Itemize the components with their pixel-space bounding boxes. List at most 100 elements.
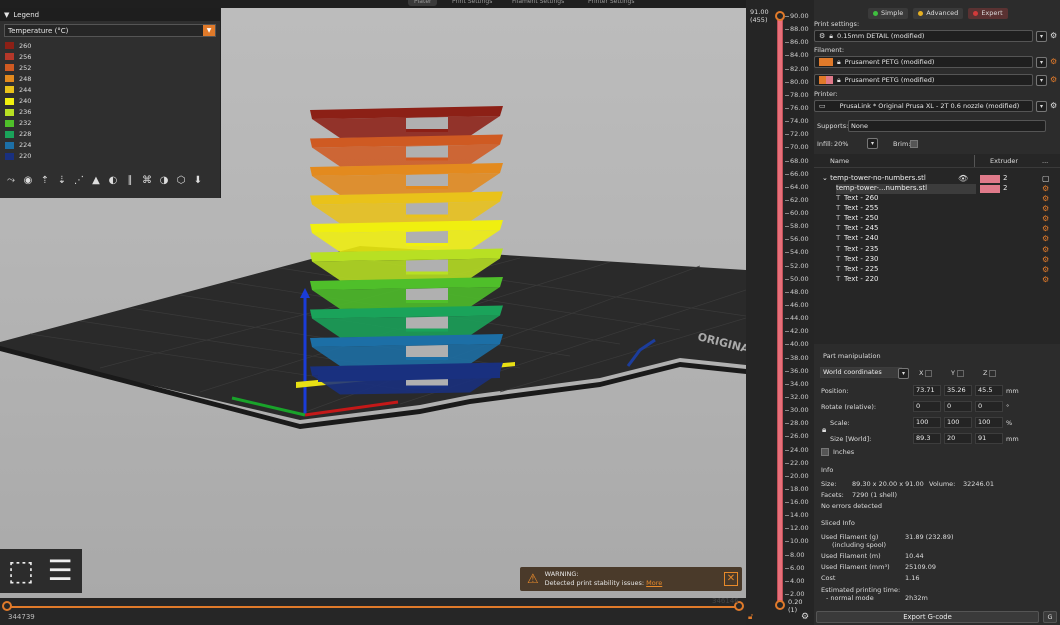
legend-header[interactable]: ▼ Legend	[0, 8, 220, 21]
wipe-icon[interactable]: ◉	[21, 174, 35, 188]
text-part-settings-icon[interactable]: ⚙︎	[1042, 255, 1049, 264]
scale-x-field[interactable]: 100	[913, 417, 941, 428]
tab-printer-settings[interactable]: Printer Settings	[588, 0, 634, 6]
text-part-row[interactable]: T Text - 235	[836, 245, 879, 255]
coordinates-select[interactable]: World coordinates	[820, 367, 902, 378]
shells-view-icon[interactable]: ⬚	[3, 552, 39, 590]
retractions-icon[interactable]: ⇡	[38, 174, 52, 188]
printer-dropdown[interactable]: ▾	[1036, 101, 1047, 112]
text-part-row[interactable]: T Text - 230	[836, 255, 879, 265]
inches-checkbox[interactable]	[821, 448, 829, 456]
gear-icon[interactable]: ⚙︎	[801, 612, 809, 622]
scale-y-field[interactable]: 100	[944, 417, 972, 428]
close-icon[interactable]: ✕	[724, 572, 738, 586]
filament-combo-1[interactable]: 🔒︎ Prusament PETG (modified)	[814, 56, 1033, 68]
part-settings-icon[interactable]: ⚙︎	[1042, 184, 1049, 193]
col-name[interactable]: Name	[830, 157, 849, 165]
mode-advanced-button[interactable]: Advanced	[913, 8, 964, 19]
col-extruder[interactable]: Extruder	[990, 157, 1018, 165]
text-part-row[interactable]: T Text - 250	[836, 214, 879, 224]
coordinates-dropdown[interactable]: ▾	[898, 368, 909, 379]
expand-icon[interactable]: ⌄	[822, 174, 828, 182]
text-part-settings-icon[interactable]: ⚙︎	[1042, 214, 1049, 223]
export-gcode-button[interactable]: Export G-code	[816, 611, 1039, 623]
text-part-settings-icon[interactable]: ⚙︎	[1042, 204, 1049, 213]
infill-dropdown[interactable]: ▾	[867, 138, 878, 149]
object-extruder-color[interactable]	[980, 175, 1000, 183]
export-side-button[interactable]: G	[1043, 611, 1057, 623]
supports-combo[interactable]: None	[848, 120, 1046, 132]
rotate-x-field[interactable]: 0	[913, 401, 941, 412]
text-part-settings-icon[interactable]: ⚙︎	[1042, 245, 1049, 254]
mode-simple-button[interactable]: Simple	[868, 8, 909, 19]
rotate-z-field[interactable]: 0	[975, 401, 1003, 412]
text-part-settings-icon[interactable]: ⚙︎	[1042, 194, 1049, 203]
h-slider-track[interactable]	[5, 606, 741, 608]
part-row[interactable]: temp-tower-...numbers.stl	[836, 184, 976, 194]
scale-z-field[interactable]: 100	[975, 417, 1003, 428]
text-part-settings-icon[interactable]: ⚙︎	[1042, 234, 1049, 243]
text-part-row[interactable]: T Text - 220	[836, 275, 879, 285]
warning-more-link[interactable]: More	[646, 579, 662, 587]
pause-prints-icon[interactable]: ∥	[123, 174, 137, 188]
eye-icon[interactable]: 👁︎	[958, 174, 968, 183]
horizontal-move-slider[interactable]: 344739	[0, 598, 746, 625]
v-slider-track[interactable]	[777, 14, 783, 608]
layers-view-icon[interactable]: ☰	[42, 552, 78, 590]
size-y-field[interactable]: 20	[944, 433, 972, 444]
object-row[interactable]: ⌄ temp-tower-no-numbers.stl	[822, 174, 926, 184]
part-extruder[interactable]: 2	[1003, 184, 1007, 192]
col-more[interactable]: ...	[1042, 157, 1048, 165]
size-z-field[interactable]: 91	[975, 433, 1003, 444]
shells-icon[interactable]: ⬡	[174, 174, 188, 188]
object-extruder[interactable]: 2	[1003, 174, 1007, 182]
v-slider-lower-thumb[interactable]	[775, 600, 785, 610]
lock-icon[interactable]: 🔓︎	[748, 612, 753, 622]
print-settings-gear-icon[interactable]: ⚙︎	[1050, 31, 1057, 40]
center-of-gravity-icon[interactable]: ◑	[157, 174, 171, 188]
text-part-row[interactable]: T Text - 225	[836, 265, 879, 275]
legend-view-type-select[interactable]: Temperature (°C) ▼	[4, 24, 216, 37]
infill-value[interactable]: 20%	[834, 140, 848, 148]
text-part-row[interactable]: T Text - 255	[836, 204, 879, 214]
position-z-field[interactable]: 45.5	[975, 385, 1003, 396]
color-changes-icon[interactable]: ◐	[106, 174, 120, 188]
print-settings-dropdown[interactable]: ▾	[1036, 31, 1047, 42]
vertical-layer-slider[interactable]: 91.00 (455) 90.00 88.00 86.00 84.00 82.00 80.…	[746, 0, 814, 625]
tool-marker-icon[interactable]: ⬇	[191, 174, 205, 188]
3d-viewport[interactable]: ORIGINAL PRUSA ▼ Legend Temperature (°C)…	[0, 8, 746, 625]
object-list[interactable]: Name Extruder ... ⌄ temp-tower-no-number…	[814, 154, 1060, 344]
text-part-settings-icon[interactable]: ⚙︎	[1042, 224, 1049, 233]
text-part-row[interactable]: T Text - 240	[836, 234, 879, 244]
filament-2-gear-icon[interactable]: ⚙︎	[1050, 75, 1057, 84]
mode-expert-button[interactable]: Expert	[968, 8, 1008, 19]
filament-combo-2[interactable]: 🔒︎ Prusament PETG (modified)	[814, 74, 1033, 86]
filament-1-color[interactable]	[819, 58, 833, 66]
travel-icon[interactable]: ⤳	[4, 174, 18, 188]
filament-2-color[interactable]	[819, 76, 833, 84]
tool-changes-icon[interactable]: ▲	[89, 174, 103, 188]
text-part-row[interactable]: T Text - 260	[836, 194, 879, 204]
text-part-row[interactable]: T Text - 245	[836, 224, 879, 234]
object-settings-icon[interactable]: ▢	[1042, 174, 1050, 183]
h-slider-lower-thumb[interactable]	[2, 601, 12, 611]
tab-plater[interactable]: Plater	[408, 0, 438, 6]
chevron-down-icon[interactable]: ▼	[203, 25, 215, 36]
printer-gear-icon[interactable]: ⚙︎	[1050, 101, 1057, 110]
print-settings-combo[interactable]: ⚙︎ 🔒︎ 0.15mm DETAIL (modified)	[814, 30, 1033, 42]
text-part-settings-icon[interactable]: ⚙︎	[1042, 275, 1049, 284]
part-extruder-color[interactable]	[980, 185, 1000, 193]
deretractions-icon[interactable]: ⇣	[55, 174, 69, 188]
text-part-settings-icon[interactable]: ⚙︎	[1042, 265, 1049, 274]
printer-combo[interactable]: ▭ PrusaLink * Original Prusa XL - 2T 0.6…	[814, 100, 1033, 112]
custom-gcodes-icon[interactable]: ⌘	[140, 174, 154, 188]
size-x-field[interactable]: 89.3	[913, 433, 941, 444]
brim-checkbox[interactable]	[910, 140, 918, 148]
lock-icon[interactable]: 🔒︎	[822, 425, 826, 435]
filament-1-gear-icon[interactable]: ⚙︎	[1050, 57, 1057, 66]
filament-2-dropdown[interactable]: ▾	[1036, 75, 1047, 86]
tab-print-settings[interactable]: Print Settings	[452, 0, 492, 6]
collapse-icon[interactable]: ▼	[4, 11, 9, 19]
filament-1-dropdown[interactable]: ▾	[1036, 57, 1047, 68]
position-y-field[interactable]: 35.26	[944, 385, 972, 396]
